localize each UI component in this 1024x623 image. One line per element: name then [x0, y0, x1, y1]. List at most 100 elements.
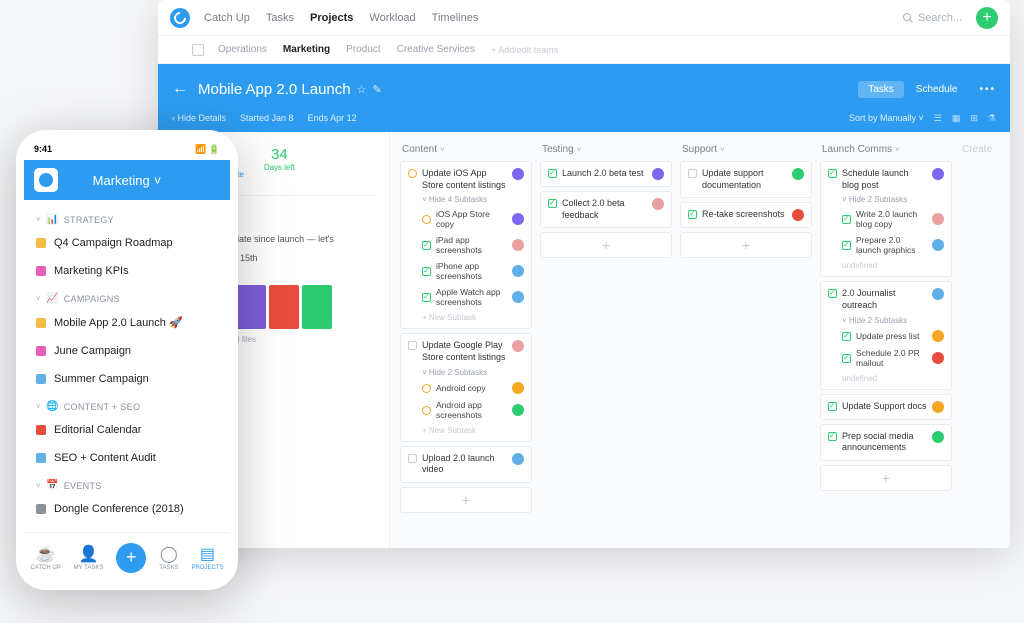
phone-add-button[interactable]: +	[116, 543, 146, 573]
subtask-row[interactable]: Write 2.0 launch blog copy	[828, 206, 944, 232]
subtask-checkbox[interactable]	[422, 406, 431, 415]
assignee-avatar[interactable]	[792, 168, 804, 180]
task-card[interactable]: Update iOS App Store content listings˅ H…	[400, 161, 532, 329]
column-title[interactable]: Launch Comms˅	[820, 142, 952, 161]
subtask-row[interactable]: Apple Watch app screenshots	[408, 284, 524, 310]
task-checkbox[interactable]	[828, 402, 837, 411]
subtask-row[interactable]: Schedule 2.0 PR mailout	[828, 345, 944, 371]
subtask-checkbox[interactable]	[422, 241, 431, 250]
phone-project-item[interactable]: June Campaign	[24, 337, 230, 365]
add-task-button[interactable]: +	[820, 465, 952, 491]
subtask-row[interactable]: iPhone app screenshots	[408, 258, 524, 284]
subtask-avatar[interactable]	[512, 382, 524, 394]
new-subtask-link[interactable]: undefined	[828, 371, 944, 383]
assignee-avatar[interactable]	[932, 288, 944, 300]
task-checkbox[interactable]	[828, 432, 837, 441]
assignee-avatar[interactable]	[792, 209, 804, 221]
subtask-avatar[interactable]	[932, 239, 944, 251]
assignee-avatar[interactable]	[932, 431, 944, 443]
phone-project-item[interactable]: Q4 Campaign Roadmap	[24, 229, 230, 257]
tab-mytasks[interactable]: 👤MY TASKS	[74, 544, 104, 571]
more-menu-icon[interactable]: •••	[979, 84, 996, 95]
task-card[interactable]: Upload 2.0 launch video	[400, 446, 532, 483]
subtask-checkbox[interactable]	[422, 384, 431, 393]
subtask-avatar[interactable]	[932, 330, 944, 342]
add-task-button[interactable]: +	[400, 487, 532, 513]
subtask-row[interactable]: Android copy	[408, 379, 524, 397]
new-subtask-link[interactable]: + New Subtask	[408, 310, 524, 322]
phone-project-item[interactable]: SEO + Content Audit	[24, 444, 230, 472]
subnav-creative[interactable]: Creative Services	[397, 44, 475, 55]
add-team-link[interactable]: + Add/edit teams	[491, 45, 558, 55]
nav-tasks[interactable]: Tasks	[266, 12, 294, 24]
app-logo[interactable]	[170, 8, 190, 28]
phone-app-logo[interactable]	[34, 168, 58, 192]
assignee-avatar[interactable]	[512, 168, 524, 180]
subtask-checkbox[interactable]	[422, 267, 431, 276]
subtask-row[interactable]: iPad app screenshots	[408, 232, 524, 258]
column-title[interactable]: Support˅	[680, 142, 812, 161]
phone-section-header[interactable]: ˅📈CAMPAIGNS	[24, 285, 230, 308]
phone-title[interactable]: Marketing ˅	[93, 173, 162, 188]
nav-catchup[interactable]: Catch Up	[204, 12, 250, 24]
subtask-toggle[interactable]: ˅ Hide 4 Subtasks	[408, 191, 524, 206]
star-icon[interactable]: ☆	[357, 83, 367, 96]
phone-project-item[interactable]: Mobile App 2.0 Launch 🚀	[24, 308, 230, 337]
task-checkbox[interactable]	[408, 169, 417, 178]
view-tasks-tab[interactable]: Tasks	[858, 81, 904, 98]
task-checkbox[interactable]	[828, 289, 837, 298]
add-task-button[interactable]: +	[540, 232, 672, 258]
new-subtask-link[interactable]: + New Subtask	[408, 423, 524, 435]
subtask-avatar[interactable]	[512, 213, 524, 225]
subtask-toggle[interactable]: ˅ Hide 2 Subtasks	[828, 191, 944, 206]
task-card[interactable]: Update Google Play Store content listing…	[400, 333, 532, 441]
task-checkbox[interactable]	[548, 169, 557, 178]
phone-project-item[interactable]: Editorial Calendar	[24, 416, 230, 444]
grid-view-icon[interactable]: ⊞	[970, 113, 978, 124]
tab-catchup[interactable]: ☕CATCH UP	[30, 544, 60, 571]
phone-project-item[interactable]: Marketing KPIs	[24, 257, 230, 285]
column-title[interactable]: Testing˅	[540, 142, 672, 161]
subnav-marketing[interactable]: Marketing	[283, 44, 330, 55]
assignee-avatar[interactable]	[652, 198, 664, 210]
subtask-avatar[interactable]	[932, 352, 944, 364]
subnav-operations[interactable]: Operations	[218, 44, 267, 55]
task-card[interactable]: Re-take screenshots	[680, 202, 812, 228]
subtask-avatar[interactable]	[932, 213, 944, 225]
subtask-row[interactable]: Android app screenshots	[408, 397, 524, 423]
subtask-checkbox[interactable]	[842, 215, 851, 224]
phone-project-list[interactable]: ˅📊STRATEGYQ4 Campaign RoadmapMarketing K…	[24, 200, 230, 532]
task-card[interactable]: Collect 2.0 beta feedback	[540, 191, 672, 228]
tab-tasks[interactable]: ◯TASKS	[159, 544, 178, 571]
add-task-button[interactable]: +	[680, 232, 812, 258]
phone-project-item[interactable]: Summer Campaign	[24, 365, 230, 393]
hide-details-link[interactable]: ‹ Hide Details	[172, 113, 226, 123]
subtask-checkbox[interactable]	[842, 241, 851, 250]
phone-section-header[interactable]: ˅📊STRATEGY	[24, 206, 230, 229]
task-checkbox[interactable]	[688, 169, 697, 178]
subtask-checkbox[interactable]	[422, 293, 431, 302]
subtask-checkbox[interactable]	[422, 215, 431, 224]
subnav-product[interactable]: Product	[346, 44, 380, 55]
task-checkbox[interactable]	[828, 169, 837, 178]
subtask-avatar[interactable]	[512, 265, 524, 277]
subtask-checkbox[interactable]	[842, 354, 851, 363]
create-column-link[interactable]: Create	[960, 142, 994, 538]
task-card[interactable]: Schedule launch blog post˅ Hide 2 Subtas…	[820, 161, 952, 277]
task-card[interactable]: Update Support docs	[820, 394, 952, 420]
subtask-row[interactable]: Prepare 2.0 launch graphics	[828, 232, 944, 258]
subtask-avatar[interactable]	[512, 239, 524, 251]
back-arrow-icon[interactable]: ←	[172, 80, 188, 98]
task-checkbox[interactable]	[688, 210, 697, 219]
assignee-avatar[interactable]	[512, 340, 524, 352]
nav-workload[interactable]: Workload	[369, 12, 415, 24]
task-card[interactable]: 2.0 Journalist outreach˅ Hide 2 Subtasks…	[820, 281, 952, 389]
subtask-avatar[interactable]	[512, 404, 524, 416]
add-button[interactable]: +	[976, 7, 998, 29]
phone-project-item[interactable]: Event Sponsorship Template	[24, 523, 230, 532]
edit-icon[interactable]: ✎	[373, 83, 382, 96]
subtask-toggle[interactable]: ˅ Hide 2 Subtasks	[408, 364, 524, 379]
phone-section-header[interactable]: ˅📅EVENTS	[24, 472, 230, 495]
nav-timelines[interactable]: Timelines	[432, 12, 479, 24]
nav-projects[interactable]: Projects	[310, 12, 353, 24]
